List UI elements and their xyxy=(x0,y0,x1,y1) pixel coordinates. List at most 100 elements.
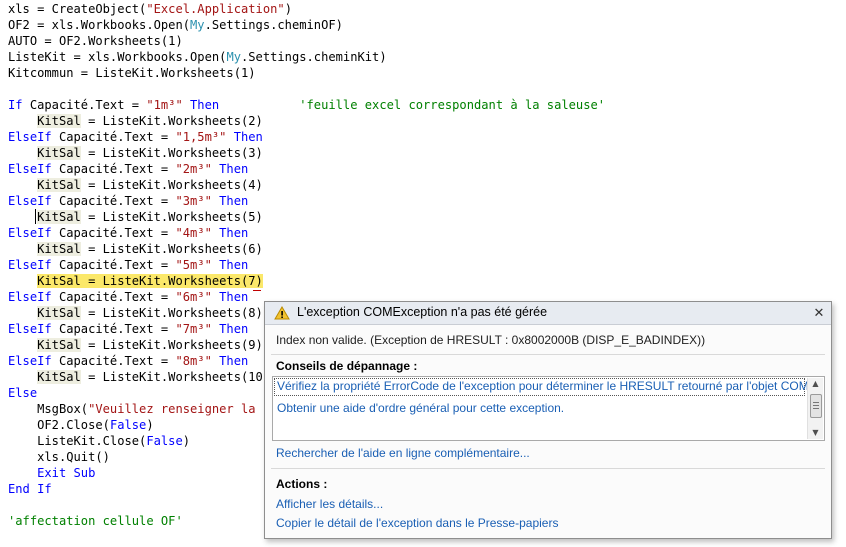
code-token: KitSal xyxy=(37,306,81,320)
actions-heading: Actions : xyxy=(276,477,328,491)
code-token: My xyxy=(226,50,241,64)
divider xyxy=(271,354,825,355)
code-token: End If xyxy=(8,482,52,496)
code-token: KitSal xyxy=(37,146,81,160)
code-line: 'affectation cellule OF' xyxy=(8,513,183,529)
code-token: 'feuille excel correspondant à la saleus… xyxy=(299,98,606,112)
code-token: "5m³" xyxy=(175,258,212,272)
code-line: KitSal = ListeKit.Worksheets(6) xyxy=(8,241,263,257)
code-token: ElseIf xyxy=(8,226,52,240)
text-caret xyxy=(35,209,36,224)
code-token: ) xyxy=(146,418,154,432)
code-line: xls.Quit() xyxy=(8,449,110,465)
code-token: KitSal xyxy=(37,178,81,192)
code-token: If xyxy=(8,98,23,112)
code-line: ElseIf Capacité.Text = "2m³" Then xyxy=(8,161,248,177)
code-line: ElseIf Capacité.Text = "5m³" Then xyxy=(8,257,248,273)
code-token: = ListeKit.Worksheets(8) xyxy=(80,306,263,320)
code-line: KitSal = ListeKit.Worksheets(8) xyxy=(8,305,263,321)
code-token: Then xyxy=(219,322,249,336)
tip-link-general-help[interactable]: Obtenir une aide d'ordre général pour ce… xyxy=(277,401,564,415)
code-token: "Excel.Application" xyxy=(146,2,285,16)
code-token: xls = CreateObject( xyxy=(8,2,147,16)
divider xyxy=(271,468,825,469)
code-token: ListeKit.Close( xyxy=(8,434,147,448)
code-token: Exit Sub xyxy=(37,466,96,480)
scroll-up-button[interactable]: ▲ xyxy=(808,378,823,390)
code-token: = ListeKit.Worksheets(9) xyxy=(80,338,263,352)
search-online-help-link[interactable]: Rechercher de l'aide en ligne complément… xyxy=(276,446,530,460)
code-token: ) xyxy=(284,2,292,16)
tip-link-errorcode[interactable]: Vérifiez la propriété ErrorCode de l'exc… xyxy=(277,379,812,393)
code-token: Then xyxy=(190,98,220,112)
code-token: Then xyxy=(219,354,249,368)
scroll-thumb[interactable] xyxy=(810,394,822,418)
code-token: "3m³" xyxy=(175,194,212,208)
code-line: Exit Sub xyxy=(8,465,95,481)
code-token: = ListeKit.Worksheets(2) xyxy=(80,114,263,128)
copy-exception-detail-link[interactable]: Copier le détail de l'exception dans le … xyxy=(276,516,558,530)
code-token: ElseIf xyxy=(8,258,52,272)
code-line: ElseIf Capacité.Text = "8m³" Then xyxy=(8,353,248,369)
code-token: = ListeKit.Worksheets(10) xyxy=(80,370,271,384)
tips-heading: Conseils de dépannage : xyxy=(276,359,418,373)
code-line: Kitcommun = ListeKit.Worksheets(1) xyxy=(8,65,256,81)
troubleshooting-tips-list[interactable]: Vérifiez la propriété ErrorCode de l'exc… xyxy=(272,376,825,441)
code-line: ElseIf Capacité.Text = "4m³" Then xyxy=(8,225,248,241)
code-token: KitSal xyxy=(37,114,81,128)
code-token: = ListeKit.Worksheets(5) xyxy=(80,210,263,224)
code-line: KitSal = ListeKit.Worksheets(7) xyxy=(8,273,263,289)
code-token: Kitcommun = ListeKit.Worksheets(1) xyxy=(8,66,256,80)
code-token: False xyxy=(146,434,183,448)
code-token: Capacité.Text = xyxy=(51,130,176,144)
exception-header: L'exception COMException n'a pas été gér… xyxy=(265,302,831,325)
code-token: = ListeKit.Worksheets(6) xyxy=(80,242,263,256)
code-line: End If xyxy=(8,481,52,497)
code-token: Else xyxy=(8,386,38,400)
code-line: AUTO = OF2.Worksheets(1) xyxy=(8,33,183,49)
code-line: OF2 = xls.Workbooks.Open(My.Settings.che… xyxy=(8,17,343,33)
code-token: Then xyxy=(219,290,249,304)
code-line: OF2.Close(False) xyxy=(8,417,154,433)
code-line: ListeKit = xls.Workbooks.Open(My.Setting… xyxy=(8,49,387,65)
show-details-link[interactable]: Afficher les détails... xyxy=(276,497,383,511)
code-token: "1m³" xyxy=(146,98,183,112)
code-token: .Settings.cheminKit) xyxy=(241,50,387,64)
code-line: KitSal = ListeKit.Worksheets(10) xyxy=(8,369,270,385)
code-token: = ListeKit.Worksheets(3) xyxy=(80,146,263,160)
exception-assistant-popup: L'exception COMException n'a pas été gér… xyxy=(264,301,832,539)
code-token: ElseIf xyxy=(8,322,52,336)
code-token: OF2 = xls.Workbooks.Open( xyxy=(8,18,191,32)
code-line: KitSal = ListeKit.Worksheets(2) xyxy=(8,113,263,129)
close-button[interactable]: ✕ xyxy=(812,305,826,321)
tips-scrollbar[interactable]: ▲ ▼ xyxy=(807,378,823,439)
code-token: Then xyxy=(219,258,249,272)
scroll-down-button[interactable]: ▼ xyxy=(808,427,823,439)
code-line: KitSal = ListeKit.Worksheets(3) xyxy=(8,145,263,161)
code-token: KitSal xyxy=(37,242,81,256)
code-token: Then xyxy=(219,162,249,176)
code-token: KitSal = ListeKit.Worksheets(7) xyxy=(37,274,263,288)
code-token: KitSal xyxy=(37,338,81,352)
code-token: Capacité.Text = xyxy=(51,354,176,368)
code-line: KitSal = ListeKit.Worksheets(5) xyxy=(8,209,263,225)
code-token: MsgBox( xyxy=(8,402,89,416)
code-line: ElseIf Capacité.Text = "7m³" Then xyxy=(8,321,248,337)
code-token: "1,5m³" xyxy=(175,130,227,144)
code-token: ElseIf xyxy=(8,354,52,368)
exception-title: L'exception COMException n'a pas été gér… xyxy=(297,305,548,319)
code-token: ElseIf xyxy=(8,162,52,176)
code-token: KitSal xyxy=(37,370,81,384)
code-token: ElseIf xyxy=(8,130,52,144)
code-line: If Capacité.Text = "1m³" Then 'feuille e… xyxy=(8,97,605,113)
code-token: "4m³" xyxy=(175,226,212,240)
